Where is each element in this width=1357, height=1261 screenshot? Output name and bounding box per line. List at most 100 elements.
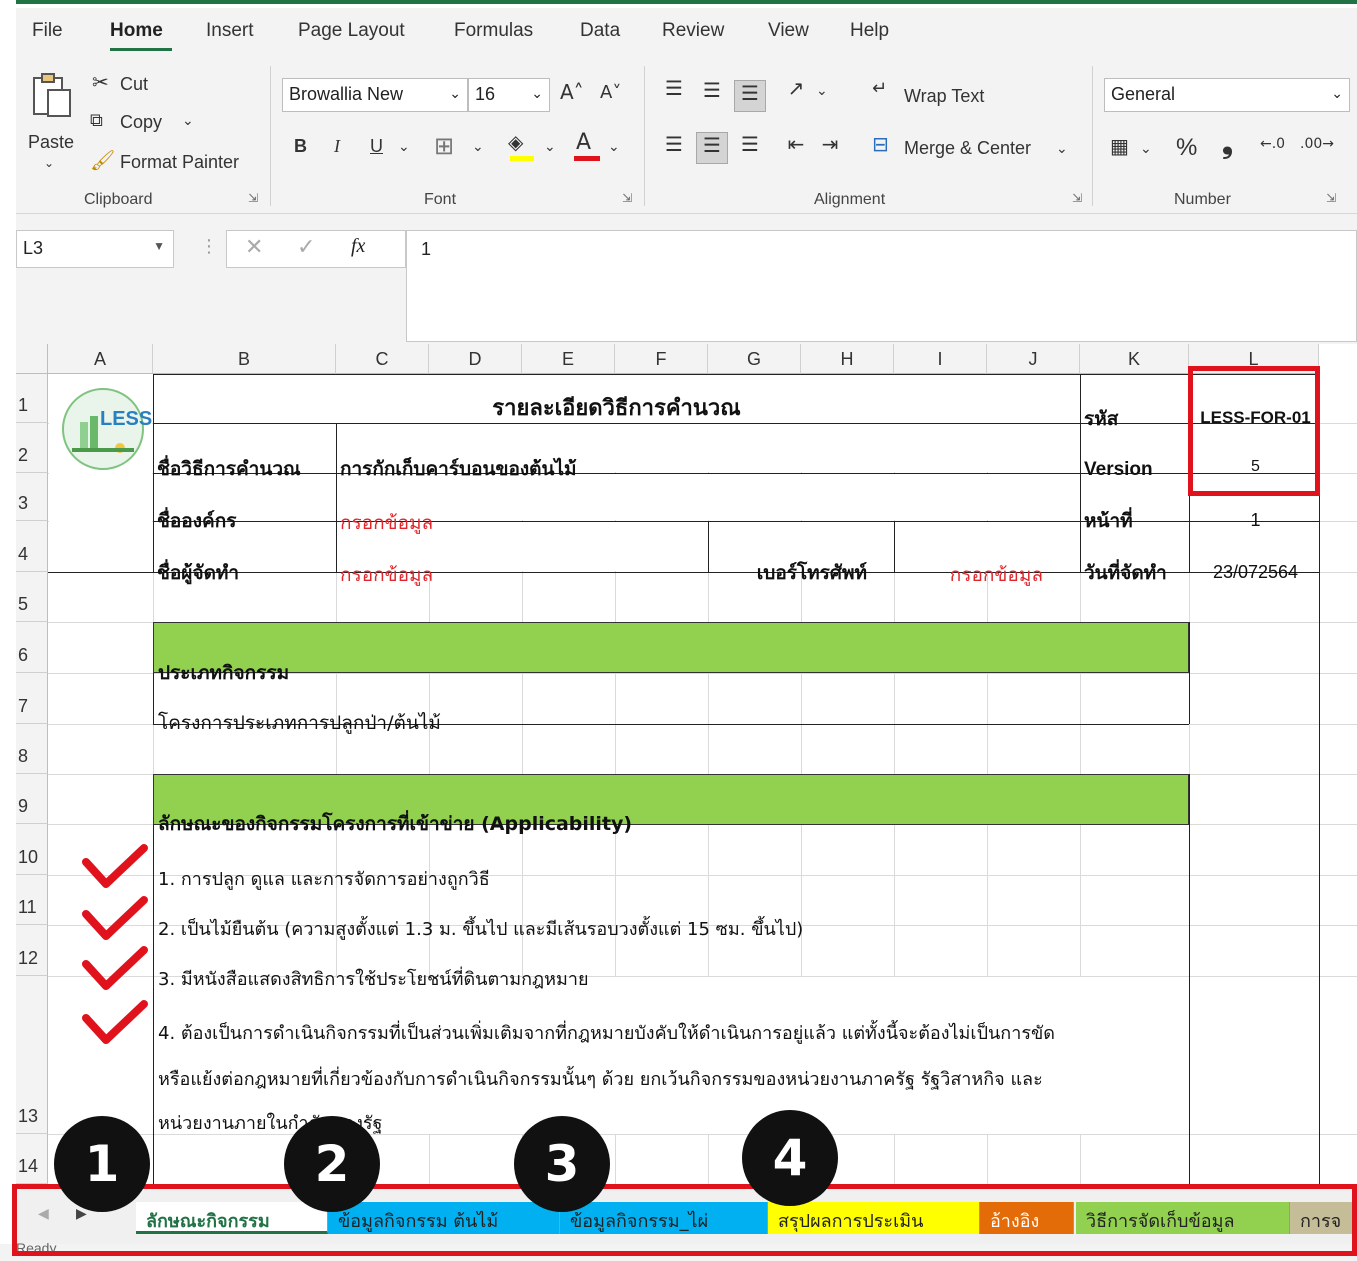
select-all-corner[interactable]	[16, 344, 48, 374]
copy-button[interactable]: Copy	[120, 112, 162, 133]
row-header-9[interactable]: 9	[16, 774, 48, 824]
wrap-text-icon[interactable]: ↵	[872, 78, 887, 99]
column-header-f[interactable]: F	[615, 344, 708, 374]
underline-button[interactable]: U	[370, 136, 383, 157]
decrease-indent-icon[interactable]: ⇤	[782, 132, 810, 156]
row-header-8[interactable]: 8	[16, 724, 48, 774]
column-header-d[interactable]: D	[429, 344, 522, 374]
fill-color-icon[interactable]: ◈	[508, 130, 523, 154]
org-value[interactable]: กรอกข้อมูล	[340, 508, 433, 538]
chevron-down-icon[interactable]: ⌄	[1056, 140, 1068, 157]
tab-formulas[interactable]: Formulas	[454, 20, 533, 42]
column-header-e[interactable]: E	[522, 344, 615, 374]
chevron-down-icon[interactable]: ⌄	[608, 138, 620, 155]
increase-indent-icon[interactable]: ⇥	[816, 132, 844, 156]
applicability-item[interactable]: หรือแย้งต่อกฎหมายที่เกี่ยวข้องกับการดำเน…	[158, 1064, 1043, 1093]
tab-data[interactable]: Data	[580, 20, 620, 42]
column-header-i[interactable]: I	[894, 344, 987, 374]
borders-icon[interactable]: ⊞	[434, 132, 454, 160]
row-header-12[interactable]: 12	[16, 925, 48, 976]
page-value[interactable]: 1	[1192, 510, 1319, 531]
column-header-h[interactable]: H	[801, 344, 894, 374]
chevron-down-icon[interactable]: ⌄	[816, 82, 828, 99]
align-right-icon[interactable]: ☰	[736, 132, 764, 156]
wrap-text-button[interactable]: Wrap Text	[904, 86, 984, 107]
row-header-11[interactable]: 11	[16, 875, 48, 925]
chevron-down-icon[interactable]: ⌄	[44, 156, 54, 170]
dialog-launcher-icon[interactable]: ⇲	[248, 191, 258, 205]
tab-view[interactable]: View	[768, 20, 809, 42]
decrease-decimal-icon[interactable]: .00→	[1300, 136, 1334, 152]
number-format-select[interactable]: General ⌄	[1104, 78, 1350, 112]
font-size-select[interactable]: 16 ⌄	[468, 78, 550, 112]
dialog-launcher-icon[interactable]: ⇲	[1326, 191, 1336, 205]
row-header-3[interactable]: 3	[16, 473, 48, 521]
column-header-j[interactable]: J	[987, 344, 1080, 374]
activity-type-value[interactable]: โครงการประเภทการปลูกป่า/ต้นไม้	[158, 708, 441, 738]
chevron-down-icon[interactable]: ⌄	[182, 112, 194, 129]
formula-input[interactable]: 1	[406, 230, 1357, 342]
phone-value[interactable]: กรอกข้อมูล	[895, 560, 1079, 590]
align-center-icon[interactable]: ☰	[696, 132, 728, 164]
column-header-c[interactable]: C	[336, 344, 429, 374]
row-header-13[interactable]: 13	[16, 976, 48, 1134]
tab-file[interactable]: File	[32, 20, 63, 42]
chevron-down-icon[interactable]: ⌄	[1140, 140, 1152, 157]
decrease-font-icon[interactable]: A˅	[600, 82, 621, 103]
scissors-icon[interactable]: ✂	[92, 70, 109, 94]
worksheet-grid[interactable]: A B C D E F G H I J K L 1 2 3 4 5 6 7 8 9 10 11 12 13 14 รายละเอีย…	[16, 344, 1357, 1184]
tab-review[interactable]: Review	[662, 20, 724, 42]
dialog-launcher-icon[interactable]: ⇲	[1072, 191, 1082, 205]
chevron-down-icon[interactable]: ⌄	[544, 138, 556, 155]
column-header-g[interactable]: G	[708, 344, 801, 374]
column-header-a[interactable]: A	[48, 344, 153, 374]
font-name-select[interactable]: Browallia New ⌄	[282, 78, 468, 112]
tab-home[interactable]: Home	[110, 20, 163, 42]
bold-button[interactable]: B	[294, 136, 307, 157]
chevron-down-icon[interactable]: ⌄	[472, 138, 484, 155]
format-painter-button[interactable]: Format Painter	[120, 152, 239, 173]
increase-font-icon[interactable]: A˄	[560, 80, 584, 104]
row-header-10[interactable]: 10	[16, 824, 48, 875]
align-left-icon[interactable]: ☰	[660, 132, 688, 156]
date-value[interactable]: 23/072564	[1192, 562, 1319, 583]
row-header-7[interactable]: 7	[16, 673, 48, 724]
row-header-1[interactable]: 1	[16, 374, 48, 423]
applicability-item[interactable]: 2. เป็นไม้ยืนต้น (ความสูงตั้งแต่ 1.3 ม. …	[158, 914, 803, 943]
applicability-item[interactable]: 1. การปลูก ดูแล และการจัดการอย่างถูกวิธี	[158, 864, 490, 893]
align-top-icon[interactable]: ☰	[660, 76, 688, 100]
orientation-icon[interactable]: ↗	[782, 76, 810, 100]
row-header-6[interactable]: 6	[16, 622, 48, 673]
insert-function-icon[interactable]: fx	[351, 235, 365, 258]
cut-button[interactable]: Cut	[120, 74, 148, 95]
tab-insert[interactable]: Insert	[206, 20, 254, 42]
align-middle-icon[interactable]: ☰	[698, 78, 726, 102]
applicability-item[interactable]: 3. มีหนังสือแสดงสิทธิการใช้ประโยชน์ที่ดิ…	[158, 964, 589, 993]
row-header-5[interactable]: 5	[16, 572, 48, 622]
author-value[interactable]: กรอกข้อมูล	[340, 560, 433, 590]
row-header-2[interactable]: 2	[16, 423, 48, 473]
paste-button[interactable]: Paste ⌄	[24, 66, 80, 178]
row-header-4[interactable]: 4	[16, 521, 48, 572]
column-header-k[interactable]: K	[1080, 344, 1189, 374]
cancel-icon[interactable]: ✕	[245, 235, 263, 260]
applicability-item[interactable]: 4. ต้องเป็นการดำเนินกิจกรรมที่เป็นส่วนเพ…	[158, 1018, 1055, 1047]
merge-center-button[interactable]: Merge & Center	[904, 138, 1031, 159]
tab-page-layout[interactable]: Page Layout	[298, 20, 405, 42]
enter-icon[interactable]: ✓	[297, 235, 315, 260]
method-value[interactable]: การกักเก็บคาร์บอนของต้นไม้	[340, 454, 577, 484]
increase-decimal-icon[interactable]: ←.0	[1260, 136, 1285, 152]
copy-icon[interactable]: ⧉	[90, 110, 103, 131]
font-color-icon[interactable]: A	[576, 130, 591, 155]
align-bottom-icon[interactable]: ☰	[734, 80, 766, 112]
comma-style-button[interactable]: ❟	[1222, 128, 1233, 161]
format-painter-icon[interactable]: 🖌	[90, 148, 115, 172]
italic-button[interactable]: I	[334, 136, 340, 157]
chevron-down-icon[interactable]: ⌄	[398, 138, 410, 155]
dialog-launcher-icon[interactable]: ⇲	[622, 191, 632, 205]
accounting-format-icon[interactable]: ▦	[1110, 134, 1129, 158]
row-header-14[interactable]: 14	[16, 1134, 48, 1184]
name-box[interactable]: L3 ▼	[16, 230, 174, 268]
percent-button[interactable]: %	[1176, 134, 1197, 162]
column-header-b[interactable]: B	[153, 344, 336, 374]
